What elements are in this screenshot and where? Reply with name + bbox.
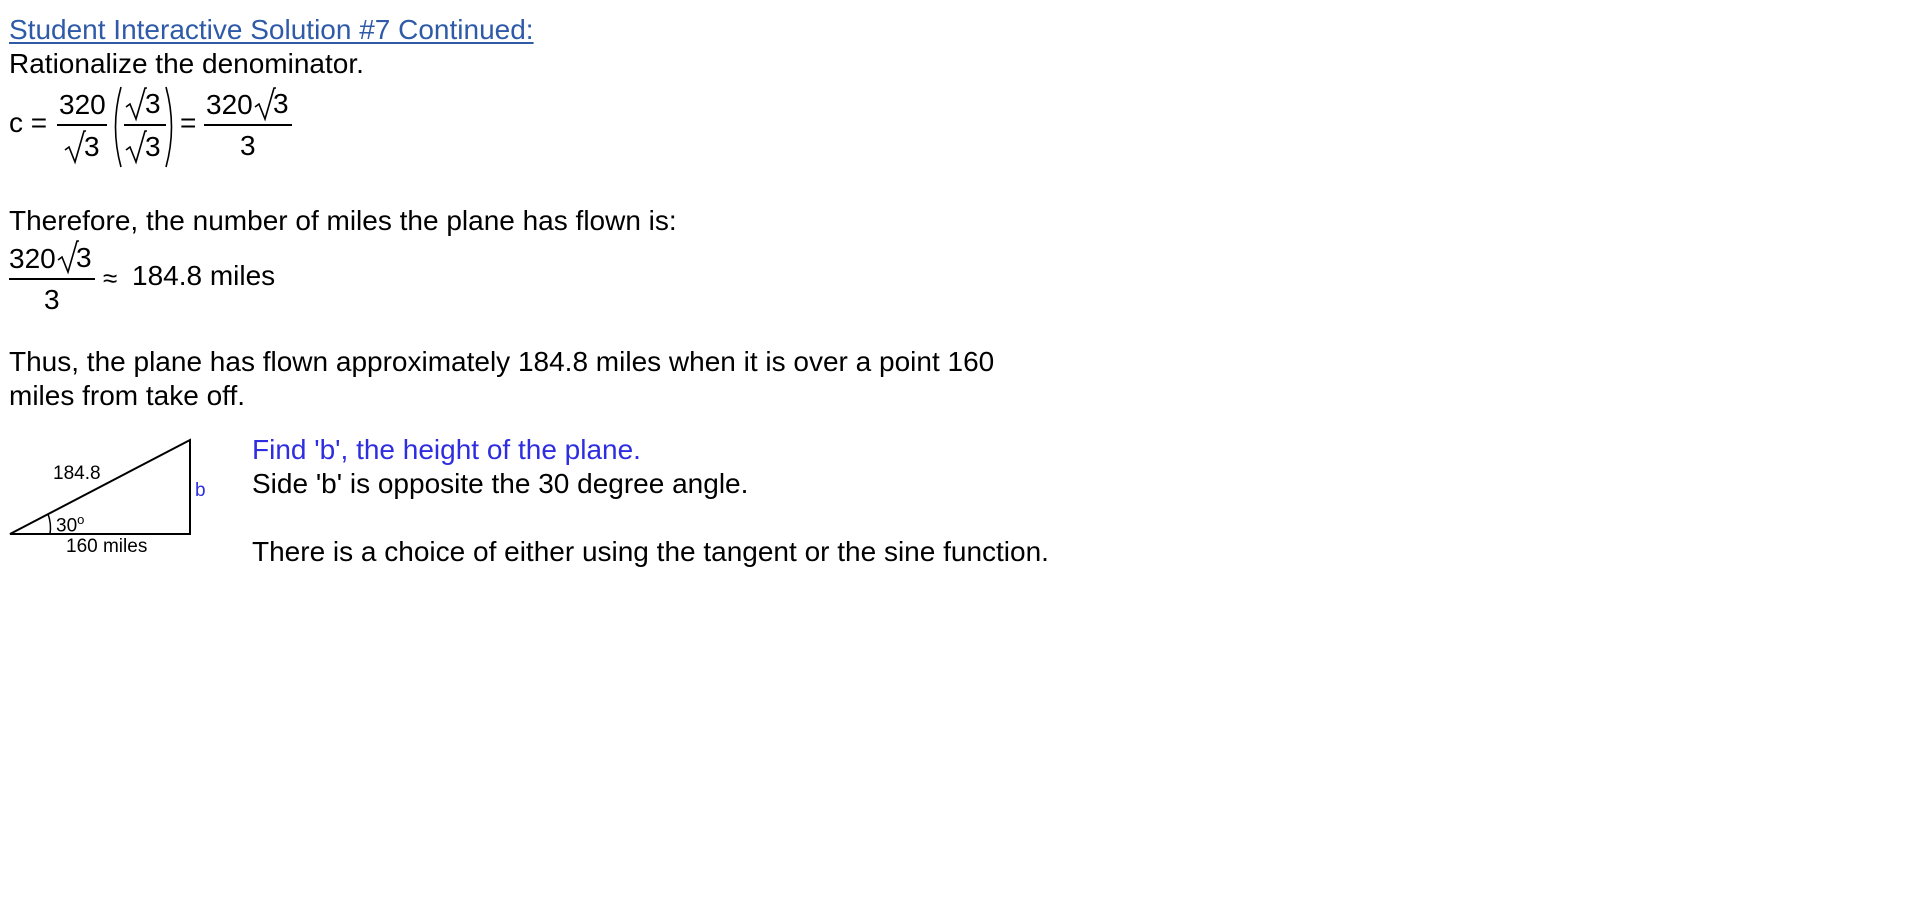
eq1-result-coef: 320 (206, 89, 253, 120)
eq1-frac2-den-radicand: 3 (145, 131, 161, 162)
eq1-equals: = (180, 107, 197, 138)
eq1-result-radicand: 3 (273, 88, 289, 119)
thus-line-1: Thus, the plane has flown approximately … (9, 346, 995, 377)
eq1-lhs: c = (9, 107, 48, 138)
choice-text: There is a choice of either using the ta… (252, 536, 1049, 567)
hypotenuse-label: 184.8 (53, 463, 101, 484)
eq2-num-radicand: 3 (76, 242, 92, 273)
right-paren-icon (165, 86, 173, 168)
radical-icon (64, 130, 86, 165)
thus-line-2: miles from take off. (9, 380, 246, 411)
left-paren-icon (114, 86, 122, 168)
radical-icon (125, 130, 147, 165)
side-b-text: Side 'b' is opposite the 30 degree angle… (252, 468, 749, 499)
eq2-num-coef: 320 (9, 243, 56, 274)
eq1-result-den: 3 (240, 130, 256, 161)
angle-label: 30o (56, 512, 85, 537)
eq1-frac2-num-radicand: 3 (145, 88, 161, 119)
side-b-label: b (195, 480, 206, 501)
eq1-den1-radicand: 3 (84, 131, 100, 162)
rationalize-text: Rationalize the denominator. (9, 48, 364, 79)
approx-symbol: ≈ (103, 263, 118, 293)
base-label: 160 miles (66, 536, 148, 557)
degree-mark: o (77, 512, 85, 527)
eq1-num1: 320 (59, 89, 106, 120)
radical-icon (125, 87, 147, 122)
eq1-fraction-bar-3 (204, 124, 292, 126)
page-title[interactable]: Student Interactive Solution #7 Continue… (9, 14, 534, 46)
eq2-den: 3 (44, 284, 60, 315)
eq1-fraction-bar-1 (57, 124, 107, 126)
eq1-fraction-bar-2 (124, 124, 166, 126)
therefore-text: Therefore, the number of miles the plane… (9, 205, 677, 236)
right-triangle-shape (9, 438, 191, 535)
find-b-heading: Find 'b', the height of the plane. (252, 434, 641, 465)
eq2-fraction-bar (9, 278, 95, 280)
eq2-value: 184.8 miles (132, 260, 276, 291)
